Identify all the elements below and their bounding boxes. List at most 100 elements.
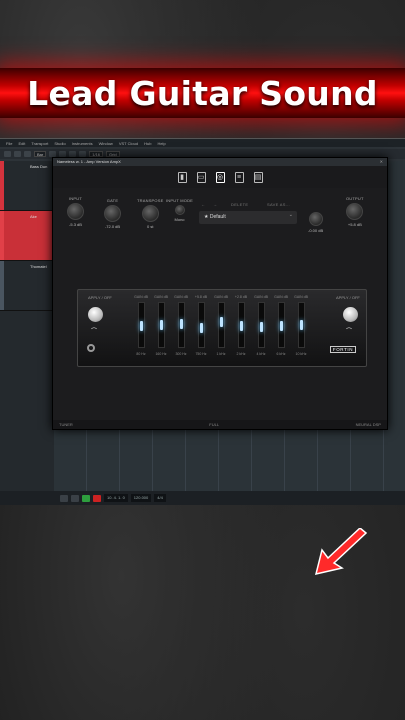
menu-transport[interactable]: Transport: [31, 141, 48, 146]
time-signature-display[interactable]: 4/4: [154, 494, 166, 502]
eq-band-handle[interactable]: [300, 320, 303, 331]
eq-band-slider[interactable]: [258, 302, 265, 348]
menu-file[interactable]: File: [6, 141, 12, 146]
plugin-footer: TUNER FULL NEURAL DSP: [53, 420, 387, 429]
eq-band-handle[interactable]: [140, 321, 143, 331]
transpose-label: TRANSPOSE: [137, 198, 164, 203]
plugin-window: Nameless w. 1 - Amp Version AmpX ✕ ▮ ▭ ◎…: [52, 157, 388, 430]
close-icon[interactable]: ✕: [380, 158, 387, 166]
transpose-control: TRANSPOSE 0 st: [137, 198, 163, 229]
band-frequency-label: 1 kHz: [216, 352, 226, 356]
tuner-button[interactable]: TUNER: [59, 420, 73, 429]
cabinet-icon[interactable]: ▭: [196, 171, 206, 183]
eq-band-handle[interactable]: [260, 321, 263, 332]
preset-select[interactable]: ★ Default: [199, 209, 297, 224]
rack-icon[interactable]: ▤: [253, 171, 263, 183]
menu-window[interactable]: Window: [99, 141, 113, 146]
menu-help[interactable]: Help: [157, 141, 165, 146]
menu-studio[interactable]: Studio: [54, 141, 65, 146]
eq-band-slider[interactable]: [198, 302, 205, 348]
track-3[interactable]: Thomatel: [0, 261, 54, 311]
red-arrow-icon: [314, 528, 368, 576]
brand-logo: FORTIN: [330, 346, 356, 353]
transpose-value: 0 st: [147, 224, 154, 229]
transpose-knob[interactable]: [141, 205, 159, 222]
gate-value: -72.0 dB: [104, 224, 121, 229]
input-mode-value: Mono: [174, 217, 185, 222]
gate-knob[interactable]: [104, 205, 121, 222]
pedal-icon[interactable]: ◎: [215, 171, 225, 183]
eq-band-handle[interactable]: [240, 321, 243, 331]
output-label: OUTPUT: [346, 196, 364, 201]
eq-band-slider[interactable]: [238, 302, 245, 348]
menu-edit[interactable]: Edit: [18, 141, 25, 146]
power-icon[interactable]: ⌒: [91, 326, 97, 335]
track-color: [0, 161, 4, 210]
play-button[interactable]: [82, 494, 90, 502]
input-mode-label: INPUT MODE: [166, 198, 194, 203]
banner-title: Lead Guitar Sound: [27, 73, 378, 113]
band-gain-label: GAIN dB: [134, 295, 148, 299]
menu-vst-cloud[interactable]: VST Cloud: [119, 141, 138, 146]
vendor-label: NEURAL DSP: [355, 422, 381, 427]
band-frequency-label: 2 kHz: [236, 352, 246, 356]
menu-hub[interactable]: Hub: [144, 141, 151, 146]
stop-button[interactable]: [71, 494, 79, 502]
band-frequency-label: 80 Hz: [136, 352, 146, 356]
toolbar-button[interactable]: [24, 151, 31, 157]
fullscreen-button[interactable]: FULL: [209, 420, 219, 429]
output-gain-knob[interactable]: [308, 212, 323, 226]
save-as-button[interactable]: SAVE AS...: [267, 202, 290, 207]
plugin-title-bar: Nameless w. 1 - Amp Version AmpX ✕: [53, 158, 387, 166]
redo-icon[interactable]: →: [213, 202, 217, 207]
band-gain-label: GAIN dB: [294, 295, 308, 299]
eq-input-knob[interactable]: [88, 307, 103, 322]
eq-band-slider[interactable]: [218, 302, 225, 348]
band-frequency-label: 300 Hz: [175, 352, 187, 356]
input-knob[interactable]: [67, 203, 84, 220]
delete-preset-button[interactable]: DELETE: [231, 202, 248, 207]
transport-bar: 10. 4. 1. 0 120.000 4/4: [0, 491, 405, 505]
undo-icon[interactable]: ←: [201, 202, 205, 207]
toolbar-button[interactable]: [14, 151, 21, 157]
track-1[interactable]: Bass Dun: [0, 161, 54, 211]
eq-band-slider[interactable]: [158, 302, 165, 348]
amp-icon[interactable]: ▮: [177, 171, 187, 183]
band-frequency-label: 160 Hz: [155, 352, 167, 356]
title-banner: Lead Guitar Sound: [0, 68, 405, 118]
band-gain-label: GAIN dB: [254, 295, 268, 299]
track-list: Bass Dun Ake Thomatel: [0, 161, 54, 491]
power-icon[interactable]: ⌒: [346, 326, 352, 335]
input-mode-toggle[interactable]: [174, 205, 185, 215]
eq-band-slider[interactable]: [298, 302, 305, 348]
rewind-button[interactable]: [60, 494, 68, 502]
output-gain-control: -0.00 dB: [308, 210, 323, 233]
tempo-display[interactable]: 120.000: [130, 494, 152, 502]
eq-band-handle[interactable]: [280, 321, 283, 331]
menu-instruments[interactable]: Instruments: [72, 141, 93, 146]
track-color: [0, 211, 4, 260]
eq-band-slider[interactable]: [278, 302, 285, 348]
eq-band-slider[interactable]: [138, 302, 145, 348]
band-gain-label: +5.8 dB: [194, 295, 208, 299]
toolbar-button[interactable]: [4, 151, 11, 157]
eq-icon[interactable]: ≡: [234, 171, 244, 183]
eq-out-label: APPLY / OFF: [336, 295, 360, 300]
eq-in-label: APPLY / OFF: [88, 295, 112, 300]
menu-bar: File Edit Transport Studio Instruments W…: [0, 139, 405, 147]
input-jack-icon: [87, 344, 95, 352]
eq-band-handle[interactable]: [220, 316, 223, 327]
plugin-section-nav: ▮ ▭ ◎ ≡ ▤: [53, 166, 387, 188]
record-button[interactable]: [93, 494, 101, 502]
band-gain-label: GAIN dB: [214, 295, 228, 299]
eq-band-handle[interactable]: [200, 322, 203, 333]
output-knob[interactable]: [346, 203, 364, 220]
grid-select[interactable]: Bar: [34, 151, 47, 157]
track-2[interactable]: Ake: [0, 211, 54, 261]
eq-band-slider[interactable]: [178, 302, 185, 348]
preset-value: Default: [209, 214, 226, 220]
eq-output-knob[interactable]: [343, 307, 358, 322]
eq-band-handle[interactable]: [180, 319, 183, 330]
output-gain-value: -0.00 dB: [308, 228, 324, 233]
eq-band-handle[interactable]: [160, 320, 163, 331]
